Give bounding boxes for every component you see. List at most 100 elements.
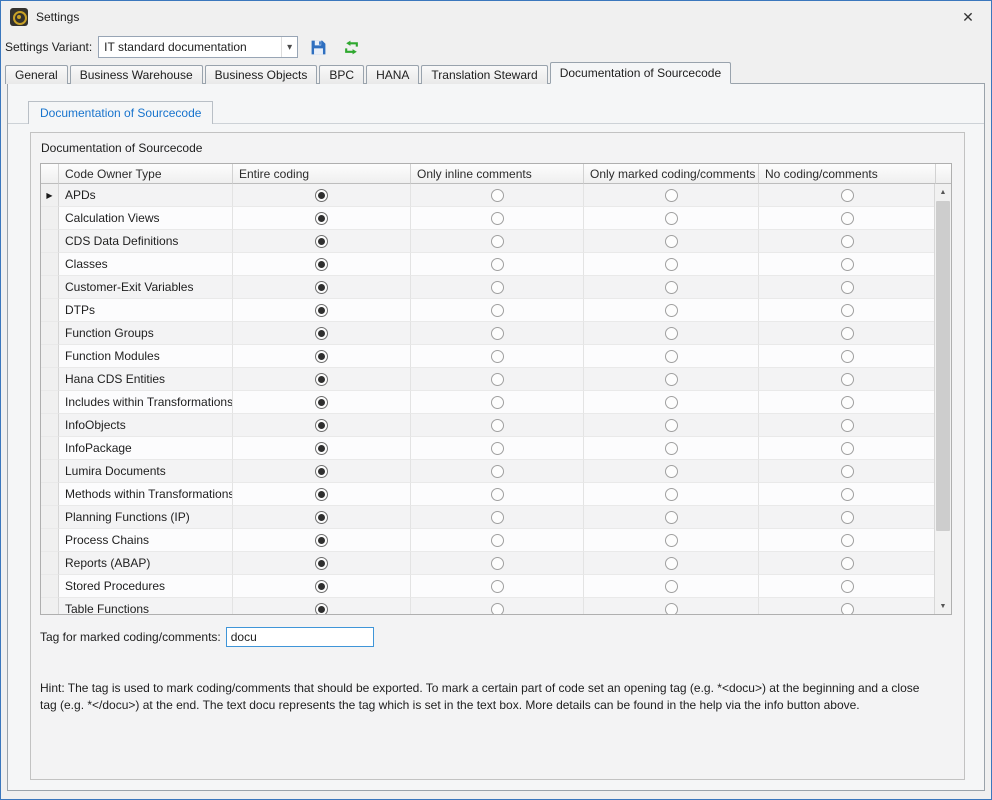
- row-indicator[interactable]: ▶: [41, 184, 59, 207]
- close-button[interactable]: ✕: [945, 2, 991, 33]
- radio-marked-icon[interactable]: [665, 603, 678, 615]
- radio-entire-icon[interactable]: [315, 557, 328, 570]
- code-owner-type-cell[interactable]: Hana CDS Entities: [59, 368, 233, 391]
- radio-cell-entire[interactable]: [233, 299, 411, 322]
- radio-cell-entire[interactable]: [233, 437, 411, 460]
- row-indicator[interactable]: [41, 322, 59, 345]
- radio-cell-inline[interactable]: [411, 552, 584, 575]
- tab-hana[interactable]: HANA: [366, 65, 419, 84]
- radio-none-icon[interactable]: [841, 511, 854, 524]
- code-owner-type-cell[interactable]: CDS Data Definitions: [59, 230, 233, 253]
- title-bar[interactable]: Settings ✕: [1, 1, 991, 33]
- radio-marked-icon[interactable]: [665, 212, 678, 225]
- code-owner-type-cell[interactable]: Reports (ABAP): [59, 552, 233, 575]
- row-indicator[interactable]: [41, 207, 59, 230]
- radio-entire-icon[interactable]: [315, 603, 328, 615]
- radio-none-icon[interactable]: [841, 534, 854, 547]
- header-code-owner-type[interactable]: Code Owner Type: [59, 164, 233, 184]
- radio-entire-icon[interactable]: [315, 350, 328, 363]
- radio-marked-icon[interactable]: [665, 304, 678, 317]
- radio-none-icon[interactable]: [841, 465, 854, 478]
- radio-cell-none[interactable]: [759, 230, 936, 253]
- radio-cell-marked[interactable]: [584, 184, 759, 207]
- tab-translation-steward[interactable]: Translation Steward: [421, 65, 547, 84]
- radio-cell-none[interactable]: [759, 299, 936, 322]
- radio-cell-inline[interactable]: [411, 276, 584, 299]
- radio-inline-icon[interactable]: [491, 373, 504, 386]
- radio-entire-icon[interactable]: [315, 327, 328, 340]
- radio-marked-icon[interactable]: [665, 511, 678, 524]
- radio-cell-marked[interactable]: [584, 598, 759, 614]
- radio-cell-none[interactable]: [759, 529, 936, 552]
- radio-entire-icon[interactable]: [315, 534, 328, 547]
- radio-cell-marked[interactable]: [584, 460, 759, 483]
- refresh-button[interactable]: [338, 34, 364, 60]
- radio-none-icon[interactable]: [841, 212, 854, 225]
- radio-entire-icon[interactable]: [315, 235, 328, 248]
- radio-inline-icon[interactable]: [491, 396, 504, 409]
- header-entire-coding[interactable]: Entire coding: [233, 164, 411, 184]
- radio-inline-icon[interactable]: [491, 557, 504, 570]
- tab-business-objects[interactable]: Business Objects: [205, 65, 318, 84]
- radio-entire-icon[interactable]: [315, 281, 328, 294]
- row-indicator[interactable]: [41, 368, 59, 391]
- radio-cell-none[interactable]: [759, 460, 936, 483]
- radio-cell-entire[interactable]: [233, 322, 411, 345]
- radio-cell-entire[interactable]: [233, 575, 411, 598]
- radio-cell-none[interactable]: [759, 276, 936, 299]
- code-owner-type-cell[interactable]: DTPs: [59, 299, 233, 322]
- radio-cell-inline[interactable]: [411, 414, 584, 437]
- radio-inline-icon[interactable]: [491, 488, 504, 501]
- radio-cell-entire[interactable]: [233, 276, 411, 299]
- save-button[interactable]: [305, 34, 331, 60]
- row-indicator[interactable]: [41, 276, 59, 299]
- scroll-up-icon[interactable]: ▲: [935, 184, 951, 200]
- header-only-inline-comments[interactable]: Only inline comments: [411, 164, 584, 184]
- radio-entire-icon[interactable]: [315, 419, 328, 432]
- row-indicator[interactable]: [41, 460, 59, 483]
- radio-cell-entire[interactable]: [233, 345, 411, 368]
- scrollbar-thumb[interactable]: [936, 201, 950, 531]
- code-owner-type-cell[interactable]: Methods within Transformations: [59, 483, 233, 506]
- radio-cell-entire[interactable]: [233, 184, 411, 207]
- radio-entire-icon[interactable]: [315, 189, 328, 202]
- radio-cell-inline[interactable]: [411, 299, 584, 322]
- radio-cell-none[interactable]: [759, 345, 936, 368]
- radio-inline-icon[interactable]: [491, 580, 504, 593]
- radio-none-icon[interactable]: [841, 580, 854, 593]
- radio-cell-none[interactable]: [759, 253, 936, 276]
- inner-tab-documentation-of-sourcecode[interactable]: Documentation of Sourcecode: [28, 101, 213, 124]
- radio-marked-icon[interactable]: [665, 327, 678, 340]
- row-indicator[interactable]: [41, 575, 59, 598]
- radio-none-icon[interactable]: [841, 396, 854, 409]
- row-indicator[interactable]: [41, 253, 59, 276]
- radio-marked-icon[interactable]: [665, 373, 678, 386]
- code-owner-type-cell[interactable]: Customer-Exit Variables: [59, 276, 233, 299]
- code-owner-type-cell[interactable]: Planning Functions (IP): [59, 506, 233, 529]
- radio-marked-icon[interactable]: [665, 189, 678, 202]
- radio-entire-icon[interactable]: [315, 442, 328, 455]
- radio-cell-marked[interactable]: [584, 368, 759, 391]
- code-owner-type-cell[interactable]: Classes: [59, 253, 233, 276]
- radio-inline-icon[interactable]: [491, 212, 504, 225]
- radio-entire-icon[interactable]: [315, 511, 328, 524]
- radio-cell-none[interactable]: [759, 391, 936, 414]
- row-indicator[interactable]: [41, 345, 59, 368]
- radio-marked-icon[interactable]: [665, 465, 678, 478]
- radio-inline-icon[interactable]: [491, 465, 504, 478]
- radio-cell-inline[interactable]: [411, 345, 584, 368]
- row-indicator[interactable]: [41, 414, 59, 437]
- radio-none-icon[interactable]: [841, 235, 854, 248]
- row-indicator[interactable]: [41, 391, 59, 414]
- radio-cell-inline[interactable]: [411, 184, 584, 207]
- tab-bpc[interactable]: BPC: [319, 65, 364, 84]
- radio-none-icon[interactable]: [841, 373, 854, 386]
- row-indicator[interactable]: [41, 230, 59, 253]
- radio-none-icon[interactable]: [841, 419, 854, 432]
- scroll-down-icon[interactable]: ▼: [935, 598, 951, 614]
- radio-entire-icon[interactable]: [315, 212, 328, 225]
- radio-cell-none[interactable]: [759, 483, 936, 506]
- radio-cell-inline[interactable]: [411, 598, 584, 614]
- radio-cell-none[interactable]: [759, 598, 936, 614]
- radio-cell-none[interactable]: [759, 437, 936, 460]
